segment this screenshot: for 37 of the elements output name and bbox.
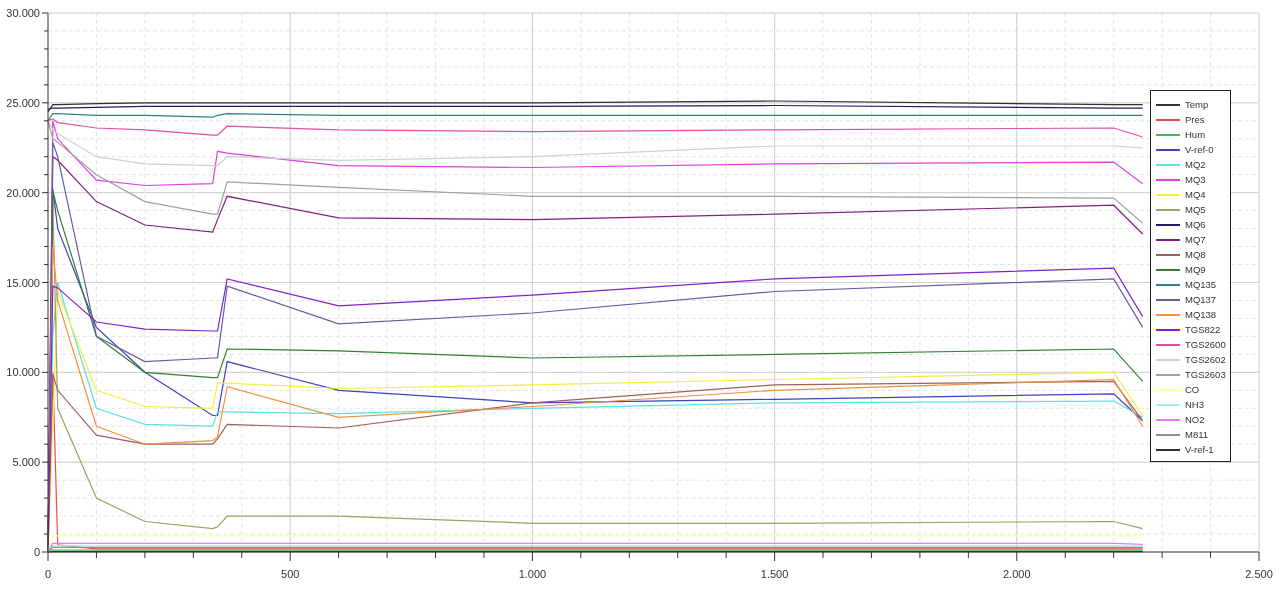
legend-label: TGS2600 bbox=[1185, 339, 1226, 350]
y-tick-label: 25.000 bbox=[6, 96, 40, 109]
legend-label: M811 bbox=[1185, 429, 1209, 440]
legend-label: TGS2602 bbox=[1185, 354, 1226, 365]
y-tick-label: 30.000 bbox=[6, 7, 40, 19]
legend-label: Hum bbox=[1185, 129, 1206, 140]
legend-label: MQ6 bbox=[1185, 219, 1206, 230]
y-tick-label: 5.000 bbox=[12, 456, 40, 469]
legend-label: NH3 bbox=[1185, 399, 1204, 410]
legend-label: Pres bbox=[1185, 114, 1205, 125]
x-tick-label: 500 bbox=[281, 568, 300, 580]
legend-label: V-ref-0 bbox=[1185, 144, 1214, 155]
x-tick-label: 0 bbox=[44, 568, 52, 580]
legend-label: MQ4 bbox=[1185, 189, 1206, 200]
legend-label: MQ138 bbox=[1185, 309, 1217, 320]
legend-label: MQ2 bbox=[1185, 159, 1206, 170]
legend-label: Temp bbox=[1185, 99, 1209, 110]
legend-label: NO2 bbox=[1185, 414, 1205, 425]
x-tick-label: 2.500 bbox=[1245, 568, 1273, 580]
legend-label: TGS2603 bbox=[1185, 369, 1226, 380]
legend-label: MQ137 bbox=[1185, 294, 1217, 305]
legend-label: V-ref-1 bbox=[1185, 444, 1214, 455]
x-tick-label: 1.500 bbox=[760, 568, 789, 580]
y-tick-label: 10.000 bbox=[6, 366, 40, 379]
x-tick-label: 1.000 bbox=[518, 568, 547, 580]
legend-label: TGS822 bbox=[1185, 324, 1221, 335]
legend-label: MQ8 bbox=[1185, 249, 1206, 260]
x-tick-label: 2.000 bbox=[1003, 568, 1031, 580]
legend-label: MQ7 bbox=[1185, 234, 1206, 245]
y-tick-label: 0 bbox=[33, 546, 40, 558]
y-tick-label: 20.000 bbox=[6, 186, 40, 199]
y-tick-label: 15.000 bbox=[6, 276, 40, 289]
legend-label: MQ9 bbox=[1185, 264, 1206, 275]
legend-label: MQ3 bbox=[1185, 174, 1206, 185]
legend-label: MQ5 bbox=[1185, 204, 1206, 215]
legend-label: CO bbox=[1185, 384, 1200, 395]
legend-label: MQ135 bbox=[1185, 279, 1217, 290]
